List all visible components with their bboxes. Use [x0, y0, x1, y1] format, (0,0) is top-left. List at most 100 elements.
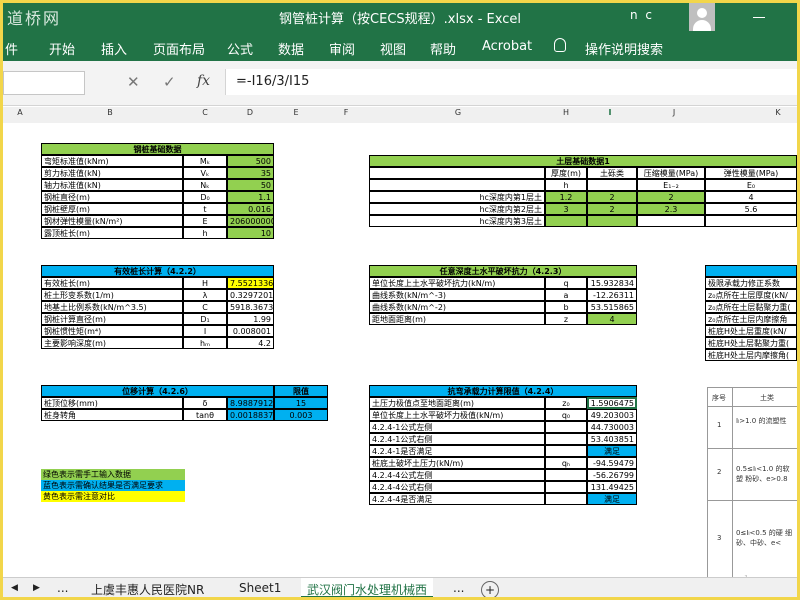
- capacity-sym[interactable]: [545, 481, 587, 493]
- soil-header-blank[interactable]: [369, 167, 545, 179]
- displacement-label[interactable]: 桩身转角: [41, 409, 183, 421]
- tab-acrobat[interactable]: Acrobat: [482, 39, 532, 54]
- resistance-val[interactable]: 4: [587, 313, 637, 325]
- resistance-label[interactable]: 曲线系数(kN/m^-3): [369, 289, 545, 301]
- capacity-label[interactable]: 桩底土破坏土压力(kN/m): [369, 457, 545, 469]
- effective-label[interactable]: 钢桩惯性矩(m⁴): [41, 325, 183, 337]
- resistance-label[interactable]: 单位长度上土水平破坏抗力(kN/m): [369, 277, 545, 289]
- sheet-tab[interactable]: 上虞丰惠人民医院NR: [91, 581, 204, 597]
- legend-yellow[interactable]: 黄色表示需注意对比: [41, 491, 185, 502]
- limit-title[interactable]: 限值: [274, 385, 328, 397]
- tab-home[interactable]: 开始: [49, 39, 75, 58]
- capacity-label[interactable]: 4.2.4-4公式右侧: [369, 481, 545, 493]
- effective-val[interactable]: 0.008001: [227, 325, 274, 337]
- soil-sym[interactable]: E₁₋₂: [637, 179, 705, 191]
- right-panel-label[interactable]: z₀点所在土层厚度(kN/: [705, 289, 797, 301]
- effective-sym[interactable]: H: [183, 277, 227, 289]
- column-header[interactable]: H: [559, 108, 573, 117]
- displacement-limit[interactable]: 0.003: [274, 409, 328, 421]
- right-panel-label[interactable]: 桩底H处土层黏聚力重(: [705, 337, 797, 349]
- soil-title[interactable]: 土层基础数据1: [369, 155, 797, 167]
- sheet-grid[interactable]: 钢桩基础数据 弯矩标准值(kNm) Mₖ 500 剪力标准值(kN) Vₖ 35…: [3, 123, 797, 577]
- soil-cell[interactable]: 5.6: [705, 203, 797, 215]
- soil-row-label[interactable]: hc深度内第1层土: [369, 191, 545, 203]
- soil-sym[interactable]: [587, 179, 637, 191]
- effective-val[interactable]: 0.3297201: [227, 289, 274, 301]
- capacity-val[interactable]: -94.59479: [587, 457, 637, 469]
- basic-label[interactable]: 钢桩直径(m): [41, 191, 183, 203]
- displacement-sym[interactable]: δ: [183, 397, 227, 409]
- soil-sym[interactable]: E₀: [705, 179, 797, 191]
- tab-page-layout[interactable]: 页面布局: [153, 39, 205, 58]
- soil-header[interactable]: 压缩模量(MPa): [637, 167, 705, 179]
- effective-title[interactable]: 有效桩长计算（4.2.2）: [41, 265, 274, 277]
- basic-sym[interactable]: E: [183, 215, 227, 227]
- displacement-title[interactable]: 位移计算（4.2.6）: [41, 385, 274, 397]
- capacity-val[interactable]: 49.203003: [587, 409, 637, 421]
- basic-val[interactable]: 50: [227, 179, 274, 191]
- basic-sym[interactable]: D₀: [183, 191, 227, 203]
- resistance-sym[interactable]: q: [545, 277, 587, 289]
- right-panel-label[interactable]: 桩底H处土层重度(kN/: [705, 325, 797, 337]
- basic-label[interactable]: 轴力标准值(kN): [41, 179, 183, 191]
- soil-cell[interactable]: [587, 215, 637, 227]
- soil-header[interactable]: 厚度(m): [545, 167, 587, 179]
- basic-val[interactable]: 500: [227, 155, 274, 167]
- tab-data[interactable]: 数据: [278, 39, 304, 58]
- column-header[interactable]: C: [198, 108, 212, 117]
- soil-cell[interactable]: [545, 215, 587, 227]
- capacity-label[interactable]: 单位长度上土水平破坏力极值(kN/m): [369, 409, 545, 421]
- column-header[interactable]: K: [771, 108, 785, 117]
- effective-val[interactable]: 1.99: [227, 313, 274, 325]
- capacity-sym[interactable]: [545, 469, 587, 481]
- column-header-selected[interactable]: I: [603, 108, 617, 117]
- effective-label[interactable]: 主要影响深度(m): [41, 337, 183, 349]
- effective-val[interactable]: 5918.3673: [227, 301, 274, 313]
- soil-header[interactable]: 土砾类: [587, 167, 637, 179]
- capacity-title[interactable]: 抗弯承载力计算限值（4.2.4）: [369, 385, 637, 397]
- confirm-icon[interactable]: ✓: [163, 73, 176, 91]
- tab-formulas[interactable]: 公式: [227, 39, 253, 58]
- effective-sym[interactable]: I: [183, 325, 227, 337]
- legend-green[interactable]: 绿色表示需手工输入数据: [41, 469, 185, 480]
- more-sheets-left[interactable]: ...: [57, 581, 68, 595]
- capacity-sym[interactable]: qₕ: [545, 457, 587, 469]
- soil-cell[interactable]: [637, 215, 705, 227]
- column-header[interactable]: A: [13, 108, 27, 117]
- basic-title[interactable]: 钢桩基础数据: [41, 143, 274, 155]
- soil-cell[interactable]: 1.2: [545, 191, 587, 203]
- capacity-sym[interactable]: z₀: [545, 397, 587, 409]
- effective-label[interactable]: 地基土比例系数(kN/m^3.5): [41, 301, 183, 313]
- resistance-sym[interactable]: z: [545, 313, 587, 325]
- soil-cell[interactable]: 4: [705, 191, 797, 203]
- soil-cell[interactable]: 2.3: [637, 203, 705, 215]
- minimize-button[interactable]: [745, 7, 775, 27]
- capacity-sym[interactable]: q₀: [545, 409, 587, 421]
- effective-label[interactable]: 有效桩长(m): [41, 277, 183, 289]
- capacity-label[interactable]: 土压力极值点至地面距离(m): [369, 397, 545, 409]
- basic-val[interactable]: 206000000: [227, 215, 274, 227]
- column-header[interactable]: B: [103, 108, 117, 117]
- sheet-tab[interactable]: Sheet1: [239, 581, 281, 595]
- basic-sym[interactable]: Vₖ: [183, 167, 227, 179]
- user-name[interactable]: n c: [630, 8, 654, 22]
- basic-val[interactable]: 0.016: [227, 203, 274, 215]
- embedded-table-image[interactable]: 序号 土类 1 Iₗ>1.0 的流塑性 2 0.5≤Iₗ<1.0 的软塑 粉砂、…: [707, 387, 797, 577]
- displacement-sym[interactable]: tanθ: [183, 409, 227, 421]
- add-sheet-button[interactable]: +: [481, 581, 499, 597]
- basic-label[interactable]: 剪力标准值(kN): [41, 167, 183, 179]
- resistance-val[interactable]: -12.26311: [587, 289, 637, 301]
- column-header[interactable]: G: [451, 108, 465, 117]
- legend-blue[interactable]: 蓝色表示需确认结果是否满足要求: [41, 480, 185, 491]
- right-panel-label[interactable]: z₀点所在土层黏聚力重(: [705, 301, 797, 313]
- avatar[interactable]: [689, 3, 715, 31]
- soil-cell[interactable]: 2: [587, 203, 637, 215]
- right-panel-label[interactable]: 桩底H处土层内摩擦角(: [705, 349, 797, 361]
- more-sheets-right[interactable]: ...: [453, 581, 464, 595]
- basic-label[interactable]: 弯矩标准值(kNm): [41, 155, 183, 167]
- capacity-check[interactable]: 满足: [587, 493, 637, 505]
- tab-insert[interactable]: 插入: [101, 39, 127, 58]
- capacity-label[interactable]: 4.2.4-4公式左侧: [369, 469, 545, 481]
- effective-val[interactable]: 4.2: [227, 337, 274, 349]
- capacity-val[interactable]: 53.403851: [587, 433, 637, 445]
